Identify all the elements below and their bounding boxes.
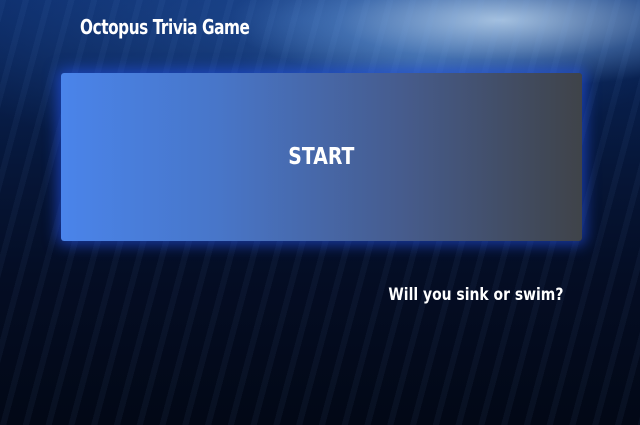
tagline: Will you sink or swim? bbox=[387, 285, 563, 305]
start-button[interactable]: START bbox=[61, 73, 582, 241]
game-title: Octopus Trivia Game bbox=[80, 15, 250, 39]
start-button-label: START bbox=[288, 144, 355, 170]
